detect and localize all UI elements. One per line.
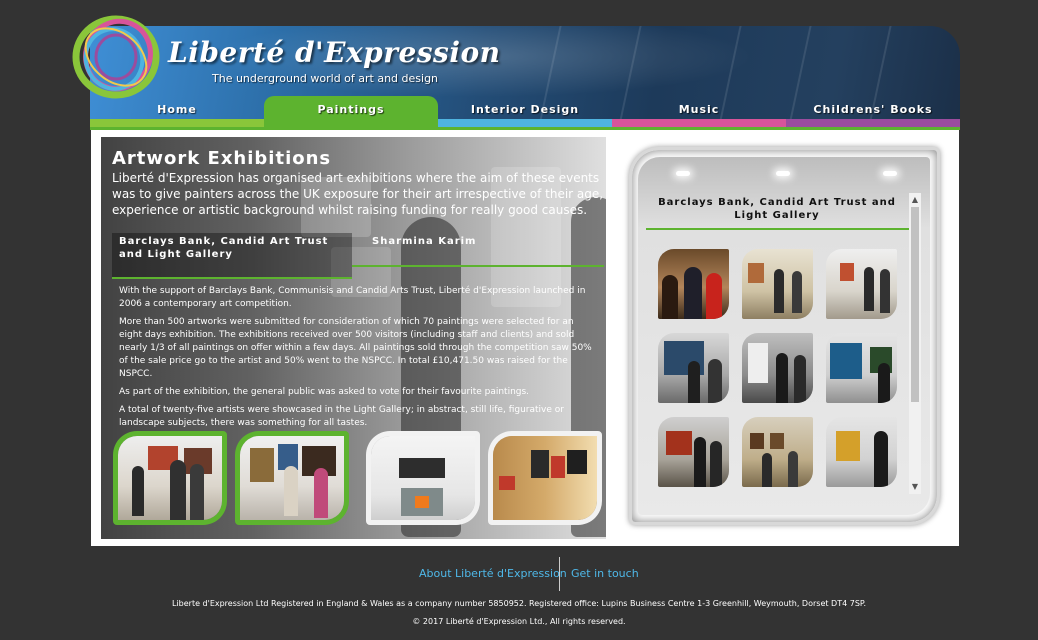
scroll-down-icon[interactable]: ▼ bbox=[909, 481, 921, 493]
tab-divider bbox=[352, 265, 604, 267]
nav-item-interior-design[interactable]: Interior Design bbox=[438, 96, 612, 127]
page-title: Artwork Exhibitions bbox=[112, 148, 332, 169]
exhibition-thumbnail[interactable] bbox=[235, 431, 349, 525]
exhibition-thumbnail[interactable] bbox=[113, 431, 227, 525]
nav-item-paintings[interactable]: Paintings bbox=[264, 96, 438, 127]
spotlight-icon bbox=[676, 171, 690, 176]
nav-item-home[interactable]: Home bbox=[90, 96, 264, 127]
article-paragraph: With the support of Barclays Bank, Commu… bbox=[119, 286, 586, 309]
article-paragraph: A total of twenty-five artists were show… bbox=[119, 405, 564, 428]
main-nav: Home Paintings Interior Design Music Chi… bbox=[90, 96, 960, 129]
gallery-thumbnail[interactable] bbox=[658, 417, 729, 487]
about-link[interactable]: About Liberté d'Expression bbox=[419, 567, 567, 580]
site-title[interactable]: Liberté d'Expression bbox=[168, 36, 501, 69]
article-body: With the support of Barclays Bank, Commu… bbox=[119, 285, 597, 435]
nav-item-label: Music bbox=[678, 103, 720, 116]
footer-divider bbox=[559, 557, 560, 591]
contact-link[interactable]: Get in touch bbox=[571, 567, 639, 580]
site-tagline: The underground world of art and design bbox=[212, 72, 439, 85]
nav-item-label: Home bbox=[157, 103, 197, 116]
gallery-divider bbox=[646, 228, 909, 230]
nav-item-label: Interior Design bbox=[470, 103, 580, 116]
gallery-thumbnail[interactable] bbox=[658, 249, 729, 319]
article-paragraph: More than 500 artworks were submitted fo… bbox=[119, 317, 592, 379]
tab-underline bbox=[112, 277, 352, 279]
copyright-text: © 2017 Liberté d'Expression Ltd., All ri… bbox=[412, 617, 626, 626]
article-paragraph: As part of the exhibition, the general p… bbox=[119, 387, 530, 397]
exhibition-thumbnail[interactable] bbox=[488, 431, 602, 525]
exhibition-thumbnail[interactable] bbox=[366, 431, 480, 525]
spotlight-icon bbox=[776, 171, 790, 176]
tab-sharmina-karim[interactable]: Sharmina Karim bbox=[372, 235, 602, 267]
spotlight-icon bbox=[883, 171, 897, 176]
scroll-up-icon[interactable]: ▲ bbox=[909, 194, 921, 206]
gallery-thumbnail[interactable] bbox=[658, 333, 729, 403]
tab-barclays[interactable]: Barclays Bank, Candid Art Trust and Ligh… bbox=[112, 233, 352, 277]
nav-item-label: Childrens' Books bbox=[813, 103, 933, 116]
intro-text: Liberté d'Expression has organised art e… bbox=[112, 171, 604, 217]
gallery-thumbnail[interactable] bbox=[826, 333, 897, 403]
gallery-thumbnail[interactable] bbox=[742, 249, 813, 319]
gallery-thumbnail[interactable] bbox=[742, 417, 813, 487]
nav-item-childrens-books[interactable]: Childrens' Books bbox=[786, 96, 960, 127]
nav-item-label: Paintings bbox=[317, 103, 385, 116]
gallery-title: Barclays Bank, Candid Art Trust and Ligh… bbox=[658, 197, 896, 221]
logo-swirl-icon[interactable] bbox=[70, 11, 162, 103]
gallery-thumbnail[interactable] bbox=[742, 333, 813, 403]
gallery-scroll-thumb[interactable] bbox=[911, 207, 919, 402]
nav-item-music[interactable]: Music bbox=[612, 96, 786, 127]
gallery-thumbnail[interactable] bbox=[826, 249, 897, 319]
gallery-thumbnail[interactable] bbox=[826, 417, 897, 487]
registration-text: Liberte d'Expression Ltd Registered in E… bbox=[171, 599, 867, 608]
